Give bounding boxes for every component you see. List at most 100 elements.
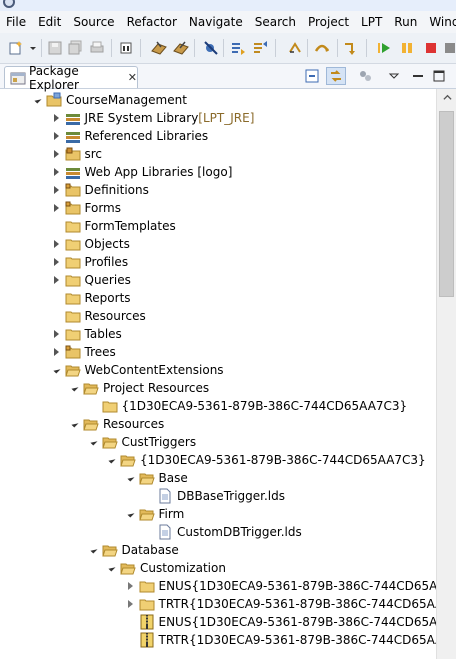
vertical-scrollbar[interactable] [436,89,456,659]
collapsed-arrow-icon[interactable] [51,109,63,127]
step-into-icon[interactable] [343,40,359,56]
menu-run[interactable]: Run [388,11,423,33]
forward-icon[interactable] [314,40,330,56]
tree-row[interactable]: Definitions [0,181,436,199]
tree-row[interactable]: ENUS{1D30ECA9-5361-879B-386C-744CD65AA7C… [0,613,436,631]
prev-annotation-icon[interactable] [252,40,268,56]
new-dropdown-icon[interactable] [28,40,38,56]
collapsed-arrow-icon[interactable] [51,235,63,253]
expanded-arrow-icon[interactable] [125,505,137,523]
expanded-arrow-icon[interactable] [88,433,100,451]
collapsed-arrow-icon[interactable] [51,343,63,361]
toolbar-separator [194,39,195,57]
tree-item-label: CustTriggers [121,435,197,449]
scrollbar-thumb[interactable] [439,111,454,297]
tree-row[interactable]: WebContentExtensions [0,361,436,379]
build-icon[interactable] [118,40,134,56]
tree-row[interactable]: Profiles [0,253,436,271]
package-tree: CourseManagement JRE System Library [LPT_… [0,89,436,659]
back-icon[interactable] [287,40,303,56]
suspend-icon[interactable] [399,40,415,56]
tree-row[interactable]: Web App Libraries [logo] [0,163,436,181]
tree-row[interactable]: src [0,145,436,163]
print-icon[interactable] [89,40,105,56]
tree-row[interactable]: Objects [0,235,436,253]
resume-icon[interactable] [376,40,392,56]
expanded-arrow-icon[interactable] [69,379,81,397]
collapse-all-icon[interactable] [305,68,321,84]
window-title-bar [0,0,456,11]
tree-row[interactable]: Trees [0,343,436,361]
tree-row[interactable]: TRTR{1D30ECA9-5361-879B-386C-744CD65AA7C… [0,595,436,613]
tree-row[interactable]: CustomDBTrigger.lds [0,523,436,541]
debug-external-icon[interactable] [173,40,189,56]
collapsed-arrow-icon[interactable] [125,595,137,613]
collapsed-arrow-icon[interactable] [125,577,137,595]
tree-row[interactable]: CustTriggers [0,433,436,451]
collapsed-arrow-icon[interactable] [51,181,63,199]
link-with-editor-icon[interactable] [326,67,346,85]
expanded-arrow-icon[interactable] [125,469,137,487]
run-ant-icon[interactable] [151,40,167,56]
disconnect-icon[interactable] [442,40,456,56]
tree-row[interactable]: CourseManagement [0,91,436,109]
tree-item-label: Project Resources [103,381,210,395]
tab-package-explorer[interactable]: Package Explorer ✕ [4,64,138,92]
view-menu-icon[interactable] [386,68,402,84]
minimize-icon[interactable] [410,68,426,84]
tree-row[interactable]: Forms [0,199,436,217]
collapsed-arrow-icon[interactable] [51,253,63,271]
expanded-arrow-icon[interactable] [69,415,81,433]
tree-row[interactable]: Queries [0,271,436,289]
tree-row[interactable]: {1D30ECA9-5361-879B-386C-744CD65AA7C3} [0,397,436,415]
save-icon[interactable] [47,40,63,56]
menu-source[interactable]: Source [67,11,120,33]
menu-search[interactable]: Search [249,11,302,33]
tree-row[interactable]: JRE System Library [LPT_JRE] [0,109,436,127]
next-annotation-icon[interactable] [230,40,246,56]
collapsed-arrow-icon[interactable] [51,325,63,343]
collapsed-arrow-icon[interactable] [51,271,63,289]
tree-row[interactable]: Customization [0,559,436,577]
tree-row[interactable]: ENUS{1D30ECA9-5361-879B-386C-744CD65AA7C… [0,577,436,595]
collapsed-arrow-icon[interactable] [51,127,63,145]
menu-project[interactable]: Project [302,11,355,33]
tree-row[interactable]: DBBaseTrigger.lds [0,487,436,505]
tree-row[interactable]: FormTemplates [0,217,436,235]
expanded-arrow-icon[interactable] [106,559,118,577]
open-folder-icon [120,560,136,576]
collapsed-arrow-icon[interactable] [51,199,63,217]
menu-lpt[interactable]: LPT [355,11,388,33]
menu-navigate[interactable]: Navigate [183,11,249,33]
skip-breakpoints-icon[interactable] [203,40,219,56]
expanded-arrow-icon[interactable] [106,451,118,469]
tree-row[interactable]: {1D30ECA9-5361-879B-386C-744CD65AA7C3} [0,451,436,469]
tree-item-label: {1D30ECA9-5361-879B-386C-744CD65AA7C3} [121,399,408,413]
menu-file[interactable]: File [0,11,32,33]
tree-row[interactable]: Reports [0,289,436,307]
terminate-icon[interactable] [423,40,439,56]
tree-row[interactable]: Base [0,469,436,487]
close-icon[interactable]: ✕ [128,71,137,84]
tree-row[interactable]: Resources [0,415,436,433]
tree-row[interactable]: Referenced Libraries [0,127,436,145]
filter-icon[interactable] [358,68,374,84]
menu-edit[interactable]: Edit [32,11,67,33]
save-all-icon[interactable] [67,40,83,56]
collapsed-arrow-icon[interactable] [51,163,63,181]
collapsed-arrow-icon[interactable] [51,145,63,163]
expanded-arrow-icon[interactable] [51,361,63,379]
expanded-arrow-icon[interactable] [88,541,100,559]
scroll-up-arrow-icon[interactable] [437,89,456,106]
tree-row[interactable]: TRTR{1D30ECA9-5361-879B-386C-744CD65AA7C… [0,631,436,649]
new-wizard-icon[interactable] [8,40,24,56]
tree-row[interactable]: Project Resources [0,379,436,397]
tree-row[interactable]: Firm [0,505,436,523]
maximize-icon[interactable] [431,68,447,84]
menu-window[interactable]: Window [423,11,456,33]
expanded-arrow-icon[interactable] [32,91,44,109]
tree-row[interactable]: Resources [0,307,436,325]
tree-row[interactable]: Database [0,541,436,559]
menu-refactor[interactable]: Refactor [121,11,183,33]
tree-row[interactable]: Tables [0,325,436,343]
